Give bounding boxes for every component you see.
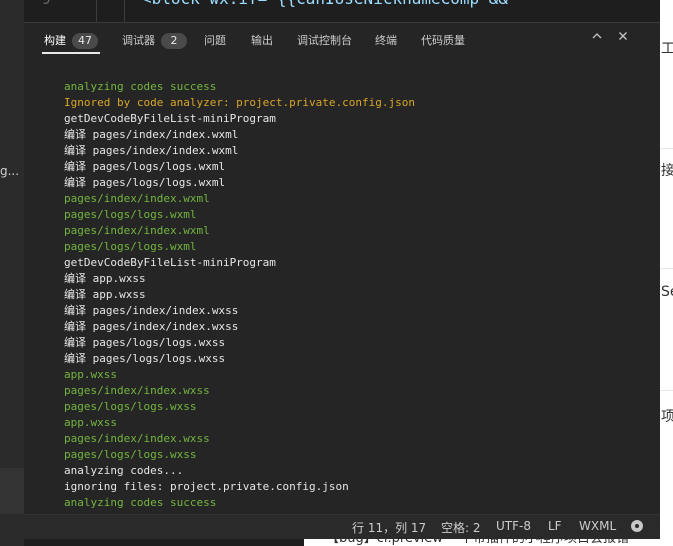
log-line: pages/index/index.wxss (64, 432, 210, 445)
sidebar-fragment-text: g... (0, 164, 20, 178)
status-bar: 行 11，列 17 空格: 2 UTF-8 LF WXML (24, 514, 660, 539)
editor-code-line[interactable]: <block wx:if="{{canIUseNicknameComp && (142, 0, 508, 8)
log-line: analyzing codes success (64, 80, 217, 93)
log-line: 编译 pages/logs/logs.wxss (64, 352, 226, 365)
editor-top-fragment: 9 <block wx:if="{{canIUseNicknameComp && (24, 0, 660, 22)
log-line: 编译 app.wxss (64, 272, 146, 285)
sidebar-edge: g... (0, 0, 24, 546)
active-tab-indicator (42, 52, 100, 54)
tab-debugger[interactable]: 调试器 2 (122, 32, 187, 50)
divider (660, 390, 673, 391)
tab-build[interactable]: 构建 47 (44, 32, 98, 50)
log-line: pages/index/index.wxml (64, 192, 210, 205)
log-line: 编译 pages/logs/logs.wxss (64, 336, 226, 349)
log-line: pages/logs/logs.wxss (64, 400, 197, 413)
editor-line-number: 9 (42, 0, 51, 8)
indent-guide (124, 0, 125, 22)
log-line: app.wxss (64, 416, 117, 429)
page-fragment-text: 项目 (661, 409, 673, 425)
log-line: 编译 pages/logs/logs.wxml (64, 160, 226, 173)
log-line: 编译 pages/index/index.wxss (64, 304, 239, 317)
tab-label: 代码质量 (421, 34, 465, 47)
log-line: Ignored by code analyzer: project.privat… (64, 96, 415, 109)
log-line: ignoring files: project.private.config.j… (64, 480, 349, 493)
log-line: pages/logs/logs.wxml (64, 240, 197, 253)
page-fragment-text: 接 (661, 163, 673, 179)
tab-badge-count: 2 (161, 33, 187, 49)
tab-label: 调试器 (122, 34, 155, 47)
tab-label: 问题 (204, 34, 226, 47)
log-line: getDevCodeByFileList-miniProgram (64, 256, 276, 269)
chevron-up-icon[interactable] (590, 30, 604, 46)
tab-label: 调试控制台 (297, 34, 352, 47)
log-line: app.wxss (64, 368, 117, 381)
log-line: pages/index/index.wxml (64, 224, 210, 237)
log-line: analyzing codes success (64, 496, 217, 509)
tab-debug-console[interactable]: 调试控制台 (297, 32, 352, 50)
sidebar-lower-block (0, 468, 24, 514)
log-line: analyzing codes... (64, 464, 184, 477)
log-line: 编译 app.wxss (64, 288, 146, 301)
tab-terminal[interactable]: 终端 (375, 32, 397, 50)
tab-problems[interactable]: 问题 (204, 32, 226, 50)
log-line: 编译 pages/index/index.wxml (64, 144, 239, 157)
tab-label: 终端 (375, 34, 397, 47)
divider (660, 148, 673, 149)
background-page-right: 工具 接 Se 项目 指 (660, 0, 673, 546)
tab-label: 输出 (251, 34, 273, 47)
log-line: 编译 pages/index/index.wxss (64, 320, 239, 333)
page-fragment-text: 工具 (661, 41, 673, 57)
editor-bottom-edge (24, 538, 304, 546)
log-line: pages/logs/logs.wxml (64, 208, 197, 221)
page-fragment-text: Se (661, 284, 673, 300)
indentation-setting[interactable]: 空格: 2 (441, 519, 481, 536)
tab-code-quality[interactable]: 代码质量 (421, 32, 465, 50)
language-mode[interactable]: WXML (579, 519, 616, 533)
log-line: 编译 pages/logs/logs.wxml (64, 176, 226, 189)
bottom-panel: 构建 47 调试器 2 问题 输出 调试控制台 终端 代码质量 analyzin… (24, 22, 660, 515)
log-line: pages/logs/logs.wxss (64, 448, 197, 461)
close-icon[interactable] (616, 30, 630, 46)
panel-tabs: 构建 47 调试器 2 问题 输出 调试控制台 终端 代码质量 (24, 23, 660, 57)
tab-badge-count: 47 (72, 33, 98, 49)
tab-output[interactable]: 输出 (251, 32, 273, 50)
indent-guide (96, 0, 97, 22)
divider (660, 268, 673, 269)
build-output-log[interactable]: analyzing codes success Ignored by code a… (64, 79, 624, 511)
cursor-position[interactable]: 行 11，列 17 (352, 519, 426, 536)
tab-label: 构建 (44, 34, 66, 47)
log-line: getDevCodeByFileList-miniProgram (64, 112, 276, 125)
log-line: pages/index/index.wxss (64, 384, 210, 397)
bell-icon[interactable] (631, 520, 643, 532)
line-ending-setting[interactable]: LF (548, 519, 562, 533)
encoding-setting[interactable]: UTF-8 (496, 519, 531, 533)
log-line: 编译 pages/index/index.wxml (64, 128, 239, 141)
